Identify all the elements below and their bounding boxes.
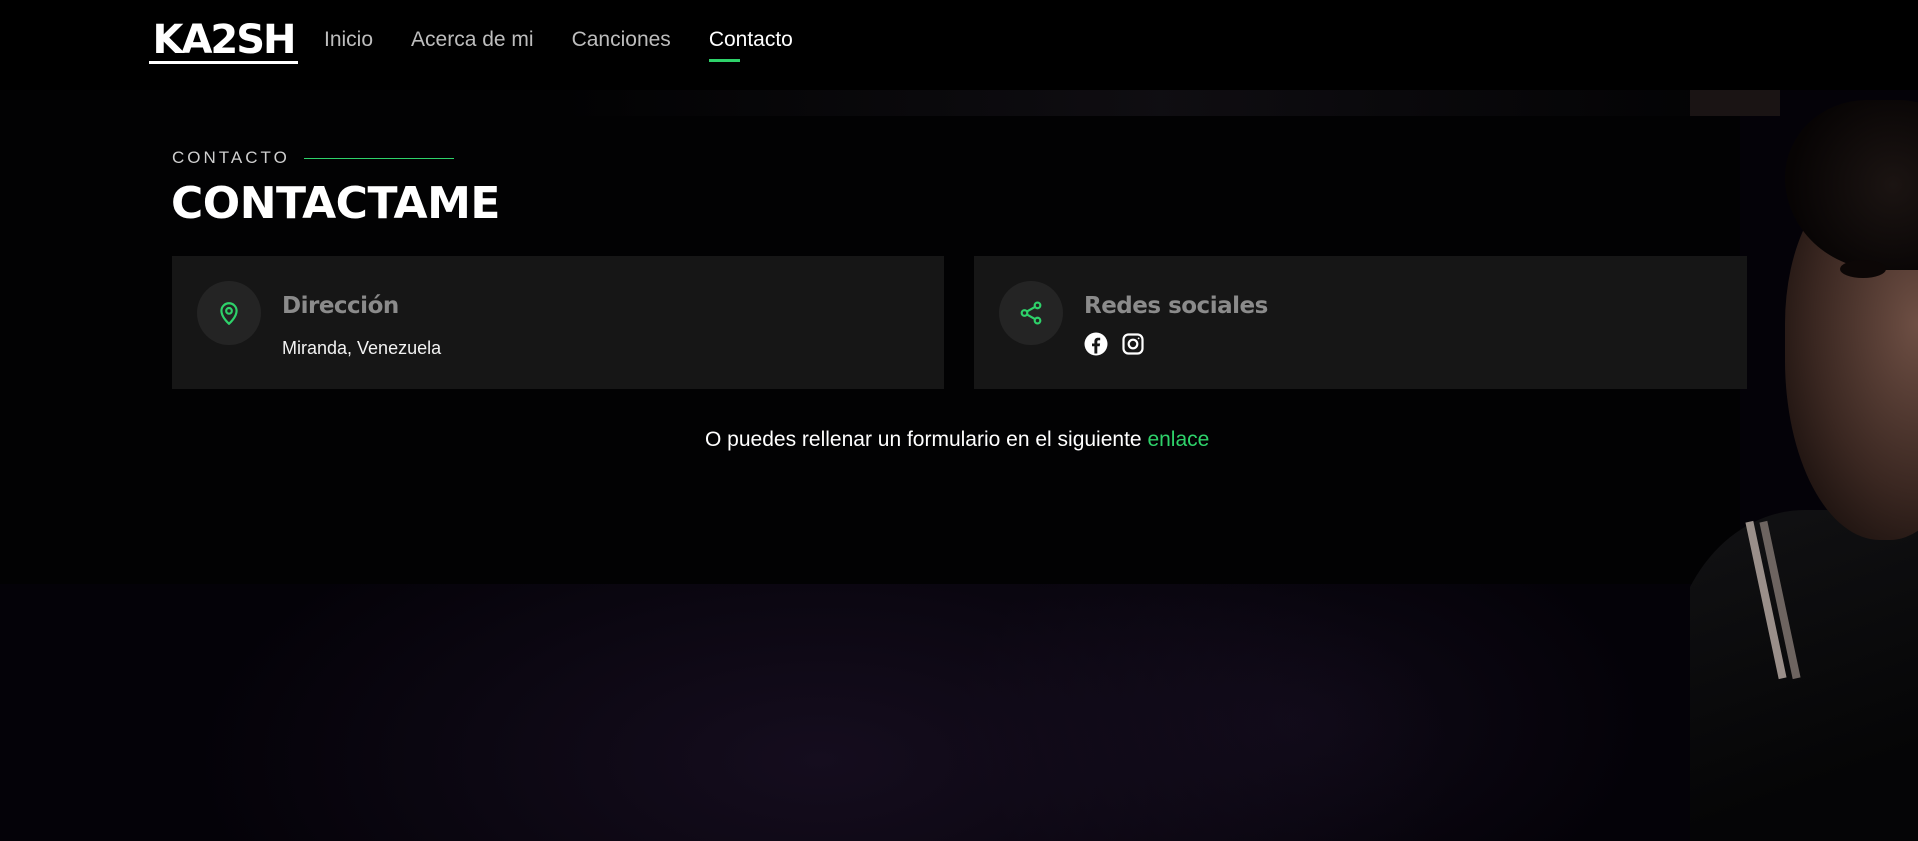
nav-item-canciones[interactable]: Canciones <box>572 28 671 58</box>
share-icon <box>999 281 1063 345</box>
map-pin-icon <box>197 281 261 345</box>
form-link-text: O puedes rellenar un formulario en el si… <box>705 428 1148 451</box>
site-logo[interactable]: KA2SH <box>149 18 298 64</box>
nav-item-contacto[interactable]: Contacto <box>708 28 793 62</box>
social-card: Redes sociales <box>974 256 1747 389</box>
form-link[interactable]: enlace <box>1147 428 1209 451</box>
social-card-title: Redes sociales <box>1084 293 1268 319</box>
artist-portrait <box>1690 90 1918 841</box>
address-value: Miranda, Venezuela <box>282 338 442 358</box>
page: KA2SH Inicio Acerca de mi Canciones Cont… <box>0 0 1918 841</box>
nav-links: Inicio Acerca de mi Canciones Contacto <box>324 26 831 62</box>
nav-item-inicio[interactable]: Inicio <box>324 28 373 58</box>
portrait-eye <box>1840 260 1886 278</box>
portrait-frame <box>1690 90 1780 116</box>
texture-strip <box>560 90 1760 116</box>
main-navigation: KA2SH Inicio Acerca de mi Canciones Cont… <box>149 16 831 66</box>
eyebrow-divider <box>303 157 454 159</box>
section-title: CONTACTAME <box>171 178 500 229</box>
instagram-icon[interactable] <box>1121 332 1145 356</box>
social-links <box>1084 332 1145 356</box>
nav-item-acerca-de-mi[interactable]: Acerca de mi <box>411 28 534 58</box>
address-card: Dirección Miranda, Venezuela <box>172 256 944 389</box>
portrait-jacket <box>1690 510 1918 841</box>
facebook-icon[interactable] <box>1084 332 1108 356</box>
section-eyebrow: CONTACTO <box>172 148 454 168</box>
address-card-title: Dirección <box>282 293 399 319</box>
section-eyebrow-label: CONTACTO <box>172 148 290 167</box>
